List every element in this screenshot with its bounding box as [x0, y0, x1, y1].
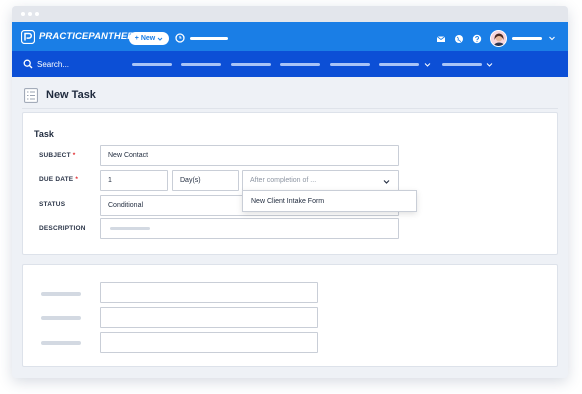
page-title: New Task — [46, 89, 96, 101]
timer-placeholder-bar — [190, 37, 228, 40]
chevron-down-icon[interactable] — [424, 61, 431, 68]
due-date-label: DUE DATE * — [39, 176, 78, 183]
timer-icon[interactable] — [175, 33, 185, 43]
chevron-down-icon — [383, 180, 390, 184]
brand-logo[interactable]: PRACTICEPANTHER® — [21, 29, 137, 44]
chevron-down-icon[interactable] — [486, 61, 493, 68]
window-dot — [35, 12, 39, 16]
nav-item-placeholder[interactable] — [132, 63, 172, 66]
field-label-placeholder — [41, 316, 81, 320]
search-icon[interactable] — [23, 59, 33, 69]
field-label-placeholder — [41, 292, 81, 296]
nav-item-placeholder[interactable] — [379, 63, 419, 66]
due-date-unit-select[interactable]: Day(s) — [172, 170, 239, 191]
due-date-amount-input[interactable]: 1 — [100, 170, 168, 191]
window-dot — [28, 12, 32, 16]
app-window: PRACTICEPANTHER® + New — [12, 6, 568, 378]
task-card-title: Task — [34, 129, 54, 139]
panther-logo-icon — [21, 29, 35, 44]
description-textarea[interactable] — [100, 218, 399, 239]
nav-item-placeholder[interactable] — [442, 63, 482, 66]
subject-label-text: SUBJECT — [39, 152, 71, 159]
due-date-relation-select[interactable]: After completion of ... — [242, 170, 399, 191]
required-marker: * — [72, 152, 76, 159]
chevron-down-icon — [157, 37, 163, 41]
divider — [22, 108, 558, 109]
globe-icon[interactable] — [454, 34, 464, 44]
top-bar: PRACTICEPANTHER® + New — [12, 22, 568, 51]
empty-input[interactable] — [100, 307, 318, 328]
nav-bar: Search... — [12, 51, 568, 77]
due-date-relation-placeholder: After completion of ... — [250, 177, 317, 184]
empty-input[interactable] — [100, 282, 318, 303]
chevron-down-icon[interactable] — [548, 34, 556, 42]
search-input[interactable]: Search... — [37, 60, 69, 69]
new-button-label: + New — [134, 35, 156, 42]
nav-item-placeholder[interactable] — [280, 63, 320, 66]
description-placeholder-bar — [110, 227, 150, 230]
task-list-icon — [24, 87, 38, 103]
page-header: New Task — [24, 86, 96, 104]
nav-item-placeholder[interactable] — [330, 63, 370, 66]
avatar-image — [491, 31, 506, 46]
nav-item-placeholder[interactable] — [181, 63, 221, 66]
subject-input[interactable]: New Contact — [100, 145, 399, 166]
field-label-placeholder — [41, 341, 81, 345]
user-name-placeholder-bar — [512, 37, 542, 40]
brand-text: PRACTICEPANTHER — [39, 31, 135, 43]
status-label: STATUS — [39, 201, 66, 208]
nav-item-placeholder[interactable] — [231, 63, 271, 66]
subject-value: New Contact — [108, 152, 149, 159]
empty-input[interactable] — [100, 332, 318, 353]
status-value: Conditional — [108, 202, 144, 209]
dropdown-option-label: New Client Intake Form — [251, 197, 325, 205]
due-date-label-text: DUE DATE — [39, 176, 74, 183]
due-date-unit-value: Day(s) — [180, 177, 201, 184]
required-marker: * — [75, 176, 79, 183]
description-label: DESCRIPTION — [39, 225, 86, 232]
mail-icon[interactable] — [436, 34, 446, 44]
relation-dropdown-option[interactable]: New Client Intake Form — [242, 190, 417, 212]
new-button[interactable]: + New — [129, 32, 169, 45]
help-icon[interactable] — [472, 34, 482, 44]
brand-name: PRACTICEPANTHER® — [39, 31, 137, 42]
due-date-amount-value: 1 — [108, 177, 112, 184]
window-dot — [21, 12, 25, 16]
user-avatar[interactable] — [490, 30, 507, 47]
subject-label: SUBJECT * — [39, 152, 76, 159]
window-chrome — [12, 6, 568, 22]
